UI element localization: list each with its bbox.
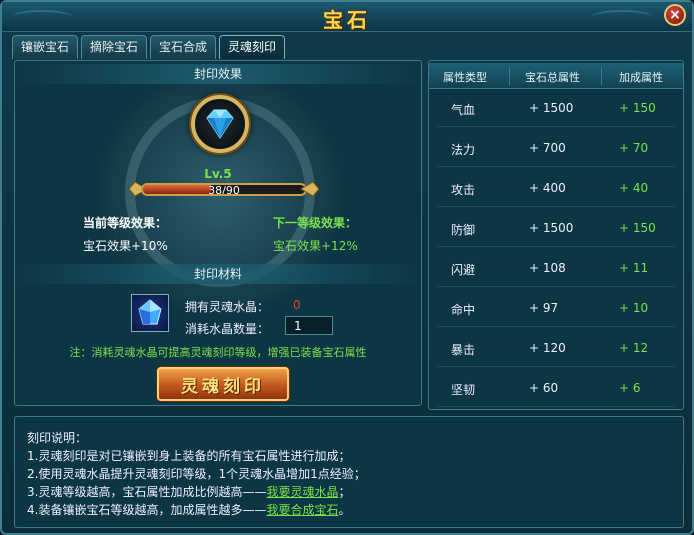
attr-bonus: + 150: [619, 101, 656, 115]
attr-total: + 400: [529, 181, 566, 195]
owned-crystal-value: 0: [293, 298, 301, 312]
header-divider: [601, 67, 602, 85]
next-effect-label: 下一等级效果：: [273, 216, 358, 230]
cost-crystal-label: 消耗水晶数量：: [185, 322, 270, 336]
attr-total: + 97: [529, 301, 559, 315]
next-effect-value: 宝石效果+12%: [273, 239, 358, 253]
soul-crystal-icon: [131, 294, 169, 332]
seal-panel: 封印效果 Lv.5 38/90 当前等级效果： 下一等级效果： 宝石效果+10%…: [14, 60, 422, 406]
attr-name: 防御: [451, 223, 476, 237]
synthesize-gem-link[interactable]: 我要合成宝石: [266, 503, 338, 517]
attr-bonus: + 6: [619, 381, 641, 395]
exp-track: 38/90: [141, 183, 307, 196]
attr-name: 闪避: [451, 263, 476, 277]
attr-name: 攻击: [451, 183, 476, 197]
wing-right-icon: [301, 181, 319, 197]
tab-remove-gem[interactable]: 摘除宝石: [81, 35, 148, 59]
description-line: 4.装备镶嵌宝石等级越高，加成属性越多——我要合成宝石。: [27, 501, 350, 518]
header-attr-type: 属性类型: [443, 71, 487, 84]
attr-name: 法力: [451, 143, 476, 157]
seal-effect-header: 封印效果: [15, 64, 421, 84]
table-row: 攻击 + 400 + 40: [437, 171, 675, 207]
attr-name: 坚韧: [451, 383, 476, 397]
soul-engrave-button[interactable]: 灵魂刻印: [157, 367, 289, 401]
attr-bonus: + 150: [619, 221, 656, 235]
window-title: 宝石: [323, 8, 371, 32]
table-row: 命中 + 97 + 10: [437, 291, 675, 327]
attr-name: 暴击: [451, 343, 476, 357]
description-text: 3.灵魂等级越高，宝石属性加成比例越高——: [27, 485, 267, 499]
attribute-table-header: 属性类型 宝石总属性 加成属性: [429, 63, 683, 89]
description-text: 4.装备镶嵌宝石等级越高，加成属性越多——: [27, 503, 267, 517]
description-text: 。: [338, 503, 351, 517]
gem-window: 宝石 × 镶嵌宝石 摘除宝石 宝石合成 灵魂刻印 封印效果 Lv.5 38/90…: [0, 0, 694, 535]
attr-total: + 700: [529, 141, 566, 155]
seal-material-header: 封印材料: [15, 264, 421, 284]
engrave-description: 刻印说明： 1.灵魂刻印是对已镶嵌到身上装备的所有宝石属性进行加成； 2.使用灵…: [14, 416, 684, 528]
attr-bonus: + 12: [619, 341, 649, 355]
description-line: 1.灵魂刻印是对已镶嵌到身上装备的所有宝石属性进行加成；: [27, 449, 351, 463]
attr-name: 命中: [451, 303, 476, 317]
tab-soul-engrave[interactable]: 灵魂刻印: [219, 35, 286, 59]
header-bonus: 加成属性: [619, 71, 663, 84]
attr-bonus: + 70: [619, 141, 649, 155]
current-effect-value: 宝石效果+10%: [83, 239, 168, 253]
attr-total: + 120: [529, 341, 566, 355]
description-line: 2.使用灵魂水晶提升灵魂刻印等级，1个灵魂水晶增加1点经验；: [27, 467, 366, 481]
title-ornament-right: [592, 10, 652, 24]
title-bar: 宝石 ×: [2, 2, 692, 32]
tab-inlay-gem[interactable]: 镶嵌宝石: [12, 35, 79, 59]
description-title: 刻印说明：: [27, 431, 88, 445]
table-row: 法力 + 700 + 70: [437, 131, 675, 167]
tab-bar: 镶嵌宝石 摘除宝石 宝石合成 灵魂刻印: [12, 35, 286, 59]
attribute-panel: 属性类型 宝石总属性 加成属性 气血 + 1500 + 150 法力 + 700…: [428, 60, 684, 410]
header-divider: [509, 67, 510, 85]
tab-gem-synthesis[interactable]: 宝石合成: [150, 35, 217, 59]
table-row: 防御 + 1500 + 150: [437, 211, 675, 247]
attr-name: 气血: [451, 103, 476, 117]
attr-total: + 1500: [529, 221, 574, 235]
close-icon[interactable]: ×: [664, 4, 686, 26]
material-note: 注：消耗灵魂水晶可提高灵魂刻印等级，增强已装备宝石属性: [69, 346, 367, 359]
table-row: 暴击 + 120 + 12: [437, 331, 675, 367]
attr-bonus: + 40: [619, 181, 649, 195]
table-row: 坚韧 + 60 + 6: [437, 371, 675, 407]
attr-total: + 108: [529, 261, 566, 275]
current-effect-label: 当前等级效果：: [83, 216, 168, 230]
cost-crystal-input[interactable]: [285, 316, 333, 335]
attr-bonus: + 10: [619, 301, 649, 315]
exp-text: 38/90: [208, 184, 240, 196]
attr-total: + 60: [529, 381, 559, 395]
attr-total: + 1500: [529, 101, 574, 115]
seal-level: Lv.5: [204, 167, 232, 181]
description-text: ；: [338, 485, 351, 499]
table-row: 气血 + 1500 + 150: [437, 91, 675, 127]
attr-bonus: + 11: [619, 261, 649, 275]
description-line: 3.灵魂等级越高，宝石属性加成比例越高——我要灵魂水晶；: [27, 483, 350, 500]
get-soul-crystal-link[interactable]: 我要灵魂水晶: [266, 485, 338, 499]
exp-bar: 38/90: [129, 180, 319, 198]
header-gem-total: 宝石总属性: [525, 71, 580, 84]
owned-crystal-label: 拥有灵魂水晶：: [185, 300, 270, 314]
diamond-gem-icon: [191, 95, 249, 153]
table-row: 闪避 + 108 + 11: [437, 251, 675, 287]
